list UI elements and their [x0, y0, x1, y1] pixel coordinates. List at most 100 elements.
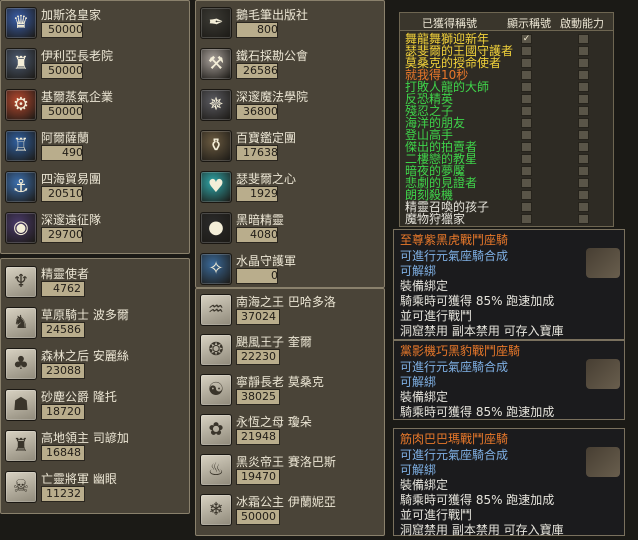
enable-ability-checkbox[interactable]	[578, 94, 589, 104]
knight-icon: ♞	[5, 307, 37, 339]
display-title-checkbox[interactable]: ✓	[521, 34, 532, 44]
display-title-checkbox[interactable]	[521, 166, 532, 176]
enable-ability-checkbox[interactable]	[578, 178, 589, 188]
highland-lord-icon: ♜	[5, 430, 37, 462]
faction-name: 黑炎帝王 賽洛巴斯	[236, 455, 336, 469]
mount-attribute-line: 騎乘時可獲得 85% 跑速加成	[400, 493, 555, 507]
display-title-checkbox[interactable]	[521, 46, 532, 56]
faction-name: 森林之后 安麗絲	[41, 349, 129, 363]
enable-ability-checkbox[interactable]	[578, 46, 589, 56]
reputation-value: 50000	[241, 510, 276, 523]
tranquil-elder-icon: ☯	[200, 374, 232, 406]
faction-name: 加斯洛皇家	[41, 8, 102, 22]
enable-ability-checkbox[interactable]	[578, 190, 589, 200]
faction-name: 基爾蒸氣企業	[41, 90, 114, 104]
reputation-value: 37024	[241, 310, 276, 323]
faction-panel-middle-top: ✒ 鵝毛筆出版社 800 ⚒ 鐵石採勘公會 26586 ✵ 深邃魔法學院 36800 ⚱ 百寶鑑定團…	[195, 0, 385, 288]
mount-attribute-line: 可解綁	[400, 264, 437, 278]
enable-ability-checkbox[interactable]	[578, 130, 589, 140]
faction-panel-left-bottom: ♆ 精靈使者 4762 ♞ 草原騎士 波多爾 24586 ♣ 森林之后 安麗絲 23088 ☗ 砂塵…	[0, 258, 190, 514]
faction-name: 草原騎士 波多爾	[41, 308, 129, 322]
title-list-item[interactable]: 魔物狩獵家	[405, 213, 465, 225]
display-title-checkbox[interactable]	[521, 130, 532, 140]
faction-name: 四海貿易團	[41, 172, 102, 186]
faction-name: 砂塵公爵 隆托	[41, 390, 117, 404]
reputation-value: 24586	[46, 323, 81, 336]
reputation-value: 490	[62, 146, 83, 159]
display-title-checkbox[interactable]	[521, 118, 532, 128]
mount-attribute-line: 騎乘時可獲得 85% 跑速加成	[400, 405, 555, 419]
dark-orb-icon: ●	[200, 212, 232, 244]
enable-ability-checkbox[interactable]	[578, 82, 589, 92]
jar-icon: ⚱	[200, 130, 232, 162]
display-title-checkbox[interactable]	[521, 70, 532, 80]
elder-council-icon: ♜	[5, 48, 37, 80]
faction-name: 阿爾薩蘭	[41, 131, 90, 145]
royal-crest-icon: ♛	[5, 7, 37, 39]
enable-ability-checkbox[interactable]	[578, 106, 589, 116]
mount-attribute-line: 騎乘時可獲得 85% 跑速加成	[400, 294, 555, 308]
ship-icon: ⚓	[5, 171, 37, 203]
reputation-value: 38025	[241, 390, 276, 403]
castle-icon: ♖	[5, 130, 37, 162]
mount-attribute-line: 可進行元氣座騎合成	[400, 448, 509, 462]
reputation-value: 29700	[48, 228, 83, 241]
enable-ability-checkbox[interactable]	[578, 58, 589, 68]
inventory-item-icon	[586, 359, 620, 389]
elf-envoy-icon: ♆	[5, 266, 37, 298]
mount-tooltip-1: 至尊紫黑虎戰鬥座騎 可進行元氣座騎合成 可解綁 裝備綁定 騎乘時可獲得 85% 跑速加成…	[393, 229, 625, 340]
crystal-icon: ✧	[200, 253, 232, 285]
faction-name: 永恆之母 瓊朵	[236, 415, 312, 429]
display-title-checkbox[interactable]	[521, 58, 532, 68]
reputation-value: 50000	[48, 64, 83, 77]
mount-attribute-line: 並可進行戰鬥	[400, 309, 473, 323]
mount-tooltip-2: 黨影機巧黑豹戰鬥座騎 可進行元氣座騎合成 可解綁 裝備綁定 騎乘時可獲得 85% 跑速加…	[393, 340, 625, 420]
faction-name: 瑟斐爾之心	[236, 172, 297, 186]
mount-attribute-line: 並可進行戰鬥	[400, 508, 473, 522]
faction-name: 深邃魔法學院	[236, 90, 309, 104]
mount-attribute-line: 裝備綁定	[400, 478, 449, 492]
enable-ability-checkbox[interactable]	[578, 214, 589, 224]
enable-ability-checkbox[interactable]	[578, 166, 589, 176]
display-title-checkbox[interactable]	[521, 142, 532, 152]
display-title-checkbox[interactable]	[521, 214, 532, 224]
faction-name: 水晶守護軍	[236, 254, 297, 268]
faction-name: 寧靜長老 莫桑克	[236, 375, 324, 389]
display-title-checkbox[interactable]	[521, 154, 532, 164]
pickaxe-icon: ⚒	[200, 48, 232, 80]
display-title-checkbox[interactable]	[521, 202, 532, 212]
faction-name: 深邃遠征隊	[41, 213, 102, 227]
mount-tooltip-3: 筋肉巴巴瑪戰鬥座騎 可進行元氣座騎合成 可解綁 裝備綁定 騎乘時可獲得 85% 跑速加成…	[393, 428, 625, 537]
forest-queen-icon: ♣	[5, 348, 37, 380]
header-earned-titles: 已獲得稱號	[422, 17, 477, 30]
faction-name: 冰霜公主 伊蘭妮亞	[236, 495, 336, 509]
enable-ability-checkbox[interactable]	[578, 34, 589, 44]
reputation-value: 36800	[243, 105, 278, 118]
display-title-checkbox[interactable]	[521, 190, 532, 200]
mount-attribute-line: 可解綁	[400, 375, 437, 389]
enable-ability-checkbox[interactable]	[578, 154, 589, 164]
reputation-value: 17638	[243, 146, 278, 159]
reputation-value: 800	[257, 23, 278, 36]
inventory-item-icon	[586, 447, 620, 477]
quill-icon: ✒	[200, 7, 232, 39]
display-title-checkbox[interactable]	[521, 106, 532, 116]
enable-ability-checkbox[interactable]	[578, 70, 589, 80]
faction-name: 南海之王 巴哈多洛	[236, 295, 336, 309]
enable-ability-checkbox[interactable]	[578, 202, 589, 212]
frost-princess-icon: ❄	[200, 494, 232, 526]
display-title-checkbox[interactable]	[521, 178, 532, 188]
reputation-value: 23088	[46, 364, 81, 377]
mount-attribute-line: 可進行元氣座騎合成	[400, 249, 509, 263]
mount-attribute-line: 裝備綁定	[400, 390, 449, 404]
undead-general-icon: ☠	[5, 471, 37, 503]
display-title-checkbox[interactable]	[521, 82, 532, 92]
enable-ability-checkbox[interactable]	[578, 142, 589, 152]
reputation-value: 16848	[46, 446, 81, 459]
reputation-value: 4080	[250, 228, 278, 241]
enable-ability-checkbox[interactable]	[578, 118, 589, 128]
title-list-header: 已獲得稱號 顯示稱號 啟動能力	[400, 13, 613, 31]
faction-name: 高地領主 司諺加	[41, 431, 129, 445]
display-title-checkbox[interactable]	[521, 94, 532, 104]
reputation-value: 11232	[46, 487, 81, 500]
